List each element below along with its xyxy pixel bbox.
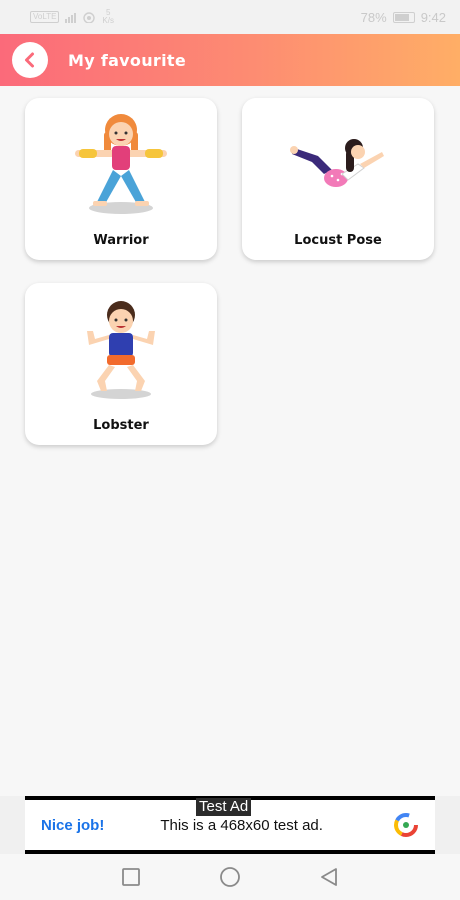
favourite-card-locust-pose[interactable]: Locust Pose	[242, 98, 434, 260]
card-label: Locust Pose	[294, 233, 382, 248]
battery-percent: 78%	[360, 9, 387, 25]
favourite-card-lobster[interactable]: Lobster	[25, 283, 217, 445]
favourite-card-warrior[interactable]: Warrior	[25, 98, 217, 260]
test-ad-tag: Test Ad	[196, 798, 252, 816]
page-title: My favourite	[68, 50, 186, 70]
clock: 9:42	[420, 9, 446, 25]
status-bar: VoLTE 5 K/s 78% 9:42	[0, 0, 460, 34]
signal-icon	[65, 12, 77, 23]
network-speed: 5 K/s	[102, 9, 114, 25]
lobster-pose-illustration	[87, 301, 155, 399]
status-left: VoLTE 5 K/s	[30, 9, 114, 25]
speed-unit: K/s	[102, 16, 114, 25]
volte-badge: VoLTE	[30, 11, 60, 23]
battery-icon	[392, 11, 415, 23]
back-nav-button[interactable]	[319, 867, 339, 887]
app-header: My favourite	[0, 34, 460, 86]
chevron-left-icon	[25, 52, 34, 68]
ad-cta-link[interactable]: Nice job!	[41, 817, 104, 834]
card-label: Lobster	[93, 418, 149, 433]
card-label: Warrior	[93, 233, 149, 248]
triangle-back-icon	[321, 868, 337, 886]
back-button[interactable]	[12, 42, 48, 78]
system-nav-bar	[0, 854, 460, 900]
square-icon	[122, 868, 140, 886]
ad-area: Nice job! This is a 468x60 test ad. Test…	[0, 796, 460, 854]
status-right: 78% 9:42	[361, 10, 446, 25]
home-button[interactable]	[219, 866, 241, 888]
warrior-pose-illustration	[75, 114, 167, 214]
hotspot-icon	[83, 11, 96, 23]
locust-pose-illustration	[290, 139, 384, 187]
ad-text: This is a 468x60 test ad.	[160, 816, 323, 834]
recent-apps-button[interactable]	[121, 867, 141, 887]
ad-banner[interactable]: Nice job! This is a 468x60 test ad. Test…	[25, 796, 435, 854]
ads-logo-icon	[394, 813, 418, 837]
circle-icon	[220, 867, 240, 887]
